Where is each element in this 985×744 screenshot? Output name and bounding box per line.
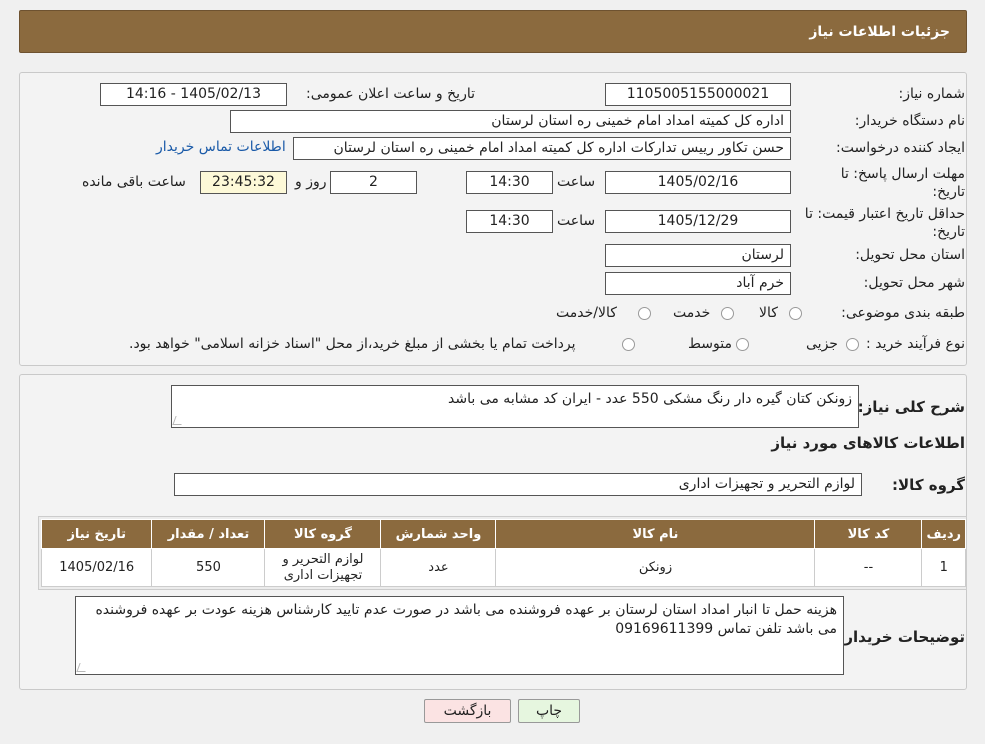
page-title: جزئیات اطلاعات نیاز bbox=[809, 23, 950, 40]
cell-row-number: 1 bbox=[921, 548, 966, 587]
need-number-field: 1105005155000021 bbox=[605, 83, 791, 106]
need-number-label: شماره نیاز: bbox=[898, 86, 966, 102]
city-label: شهر محل تحویل: bbox=[863, 275, 965, 291]
summary-text: زونکن کتان گیره دار رنگ مشکی 550 عدد - ا… bbox=[448, 391, 852, 407]
process-label: نوع فرآیند خرید : bbox=[866, 336, 965, 352]
process-radio-treasury[interactable] bbox=[622, 338, 635, 351]
validity-date-field: 1405/12/29 bbox=[605, 210, 791, 233]
col-need-date: تاریخ نیاز bbox=[40, 519, 153, 549]
announce-label: تاریخ و ساعت اعلان عمومی: bbox=[306, 86, 475, 102]
province-label: استان محل تحویل: bbox=[855, 247, 965, 263]
col-quantity: تعداد / مقدار bbox=[151, 519, 266, 549]
buyer-notes-text: هزینه حمل تا انبار امداد استان لرستان بر… bbox=[95, 602, 837, 637]
province-field: لرستان bbox=[605, 244, 791, 267]
validity-label-date: تاریخ: bbox=[932, 224, 965, 240]
category-radio-goods-service[interactable] bbox=[638, 307, 651, 320]
requester-label: ایجاد کننده درخواست: bbox=[836, 140, 965, 156]
goods-group-label: گروه کالا: bbox=[892, 476, 965, 494]
deadline-time-label: ساعت bbox=[557, 174, 596, 190]
items-table-header: ردیف کد کالا نام کالا واحد شمارش گروه کا… bbox=[40, 519, 966, 549]
buyer-field: اداره کل کمیته امداد امام خمینی ره استان… bbox=[230, 110, 791, 133]
goods-group-field: لوازم التحریر و تجهیزات اداری bbox=[174, 473, 862, 496]
col-item-name: نام کالا bbox=[495, 519, 816, 549]
col-row-number: ردیف bbox=[921, 519, 966, 549]
buyer-notes-label: توضیحات خریدار: bbox=[838, 628, 965, 646]
validity-time-field: 14:30 bbox=[466, 210, 553, 233]
page-header: جزئیات اطلاعات نیاز bbox=[19, 10, 967, 53]
cell-item-name: زونکن bbox=[495, 548, 816, 587]
validity-time-label: ساعت bbox=[557, 213, 596, 229]
process-radio-minor[interactable] bbox=[846, 338, 859, 351]
buyer-label: نام دستگاه خریدار: bbox=[854, 113, 965, 129]
days-label: روز و bbox=[295, 174, 327, 190]
process-note: پرداخت تمام یا بخشی از مبلغ خرید،از محل … bbox=[129, 336, 576, 352]
back-button[interactable]: بازگشت bbox=[424, 699, 511, 723]
resize-grip-icon[interactable] bbox=[172, 416, 185, 425]
col-goods-group: گروه کالا bbox=[264, 519, 382, 549]
process-option-minor: جزیی bbox=[806, 336, 838, 352]
cell-quantity: 550 bbox=[151, 548, 266, 587]
deadline-label: مهلت ارسال پاسخ: تا bbox=[840, 166, 965, 182]
items-table: ردیف کد کالا نام کالا واحد شمارش گروه کا… bbox=[40, 519, 966, 587]
category-radio-service[interactable] bbox=[721, 307, 734, 320]
category-label: طبقه بندی موضوعی: bbox=[841, 305, 965, 321]
col-item-code: کد کالا bbox=[814, 519, 923, 549]
validity-label: حداقل تاریخ اعتبار قیمت: تا bbox=[804, 206, 965, 222]
col-unit: واحد شمارش bbox=[380, 519, 497, 549]
buyer-notes-textarea[interactable]: هزینه حمل تا انبار امداد استان لرستان بر… bbox=[75, 596, 844, 675]
summary-label: شرح کلی نیاز: bbox=[857, 398, 965, 416]
category-radio-goods[interactable] bbox=[789, 307, 802, 320]
cell-item-code: -- bbox=[814, 548, 923, 587]
cell-unit: عدد bbox=[380, 548, 497, 587]
category-option-goods-service: کالا/خدمت bbox=[556, 305, 617, 321]
deadline-label-date: تاریخ: bbox=[932, 184, 965, 200]
announce-datetime-field: 1405/02/13 - 14:16 bbox=[100, 83, 287, 106]
table-row: 1 -- زونکن عدد لوازم التحریر و تجهیزات ا… bbox=[40, 548, 966, 587]
days-remaining-field: 2 bbox=[330, 171, 417, 194]
time-remaining-label: ساعت باقی مانده bbox=[82, 174, 186, 190]
time-remaining-field: 23:45:32 bbox=[200, 171, 287, 194]
process-option-medium: متوسط bbox=[688, 336, 732, 352]
cell-goods-group: لوازم التحریر و تجهیزات اداری bbox=[264, 548, 382, 587]
deadline-time-field: 14:30 bbox=[466, 171, 553, 194]
deadline-date-field: 1405/02/16 bbox=[605, 171, 791, 194]
city-field: خرم آباد bbox=[605, 272, 791, 295]
category-option-goods: کالا bbox=[759, 305, 778, 321]
summary-textarea[interactable]: زونکن کتان گیره دار رنگ مشکی 550 عدد - ا… bbox=[171, 385, 859, 428]
items-table-wrapper: ردیف کد کالا نام کالا واحد شمارش گروه کا… bbox=[38, 516, 967, 590]
print-button[interactable]: چاپ bbox=[518, 699, 580, 723]
requester-field: حسن تکاور رییس تدارکات اداره کل کمیته ام… bbox=[293, 137, 791, 160]
process-radio-medium[interactable] bbox=[736, 338, 749, 351]
goods-info-title: اطلاعات کالاهای مورد نیاز bbox=[771, 434, 965, 452]
cell-need-date: 1405/02/16 bbox=[40, 548, 153, 587]
resize-grip-icon[interactable] bbox=[76, 663, 89, 672]
buyer-contact-link[interactable]: اطلاعات تماس خریدار bbox=[156, 139, 286, 155]
category-option-service: خدمت bbox=[673, 305, 711, 321]
